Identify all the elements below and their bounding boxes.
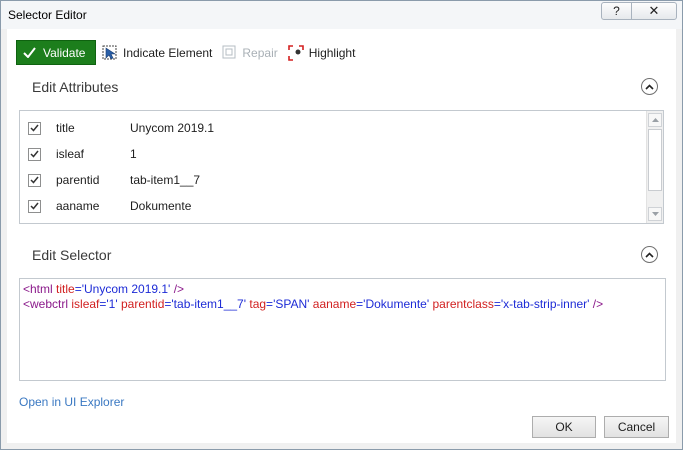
chevron-up-icon	[645, 251, 654, 258]
attribute-name: isleaf	[56, 147, 85, 161]
checkmark-icon	[30, 124, 39, 132]
selector-attr: isleaf	[71, 297, 100, 311]
attribute-value[interactable]: 1	[130, 147, 137, 161]
checkmark-icon	[30, 150, 39, 158]
selector-value: 'SPAN'	[273, 297, 310, 311]
attribute-row-aaname: aaname Dokumente	[20, 193, 640, 219]
repair-button[interactable]: Repair	[222, 45, 278, 60]
window-title: Selector Editor	[8, 8, 87, 22]
selector-attr: title	[56, 282, 75, 296]
triangle-down-icon	[651, 212, 659, 216]
edit-selector-title: Edit Selector	[32, 247, 112, 263]
dialog-body: Validate Indicate Element Repair Highlig…	[7, 29, 676, 443]
scroll-up-arrow[interactable]	[648, 113, 662, 127]
selector-line-2: <webctrl isleaf = '1' parentid = 'tab-item1_…	[23, 297, 662, 312]
toolbar: Validate Indicate Element Repair Highlig…	[16, 40, 355, 65]
selector-value: 'Dokumente'	[363, 297, 430, 311]
chevron-up-icon	[645, 83, 654, 90]
indicate-cursor-icon	[102, 45, 117, 59]
selector-value: 'x-tab-strip-inner'	[500, 297, 590, 311]
indicate-element-button[interactable]: Indicate Element	[102, 45, 212, 61]
repair-icon	[222, 45, 236, 59]
attribute-checkbox-title[interactable]	[28, 121, 41, 135]
attribute-name: title	[56, 121, 75, 135]
close-button[interactable]: ✕	[631, 2, 677, 20]
title-bar: Selector Editor ? ✕	[1, 1, 682, 29]
attribute-row-parentid: parentid tab-item1__7	[20, 167, 640, 193]
selector-line-1: <html title='Unycom 2019.1' />	[23, 282, 662, 297]
selector-value: '1'	[106, 297, 118, 311]
selector-attr: tag	[249, 297, 267, 311]
selector-attr: parentclass	[432, 297, 494, 311]
selector-value: 'Unycom 2019.1'	[81, 282, 171, 296]
checkmark-icon	[30, 176, 39, 184]
scrollbar-thumb[interactable]	[648, 129, 662, 191]
attribute-checkbox-isleaf[interactable]	[28, 147, 41, 161]
selector-editor-window: Selector Editor ? ✕ Validate Indicate El…	[0, 0, 683, 450]
edit-attributes-title: Edit Attributes	[32, 79, 119, 95]
selector-tag-close: />	[170, 282, 185, 296]
attribute-name: aaname	[56, 199, 100, 213]
highlight-label: Highlight	[308, 45, 356, 60]
selector-eq: =	[493, 297, 501, 311]
checkmark-icon	[23, 47, 36, 58]
selector-value: 'tab-item1__7'	[171, 297, 247, 311]
selector-attr: parentid	[121, 297, 165, 311]
attribute-value[interactable]: Dokumente	[130, 199, 191, 213]
selector-eq: =	[74, 282, 82, 296]
selector-tag-html: <html	[23, 282, 57, 296]
validate-button[interactable]: Validate	[16, 40, 96, 65]
checkmark-icon	[30, 202, 39, 210]
attributes-scrollbar[interactable]	[646, 111, 663, 223]
highlight-button[interactable]: Highlight	[287, 44, 356, 61]
attribute-value[interactable]: Unycom 2019.1	[130, 121, 214, 135]
cancel-button[interactable]: Cancel	[604, 416, 669, 438]
attribute-row-title: title Unycom 2019.1	[20, 115, 640, 141]
attribute-row-isleaf: isleaf 1	[20, 141, 640, 167]
attribute-name: parentid	[56, 173, 100, 187]
highlight-icon	[287, 44, 304, 61]
ok-button[interactable]: OK	[532, 416, 596, 438]
attribute-checkbox-aaname[interactable]	[28, 199, 41, 213]
attribute-value[interactable]: tab-item1__7	[130, 173, 200, 187]
validate-label: Validate	[43, 45, 86, 60]
indicate-element-label: Indicate Element	[123, 45, 213, 60]
repair-label: Repair	[242, 45, 278, 60]
attribute-checkbox-parentid[interactable]	[28, 173, 41, 187]
help-button[interactable]: ?	[601, 2, 632, 20]
selector-eq: =	[266, 297, 274, 311]
selector-tag-webctrl: <webctrl	[23, 297, 72, 311]
selector-text-area[interactable]: <html title='Unycom 2019.1' /> <webctrl …	[19, 278, 666, 381]
selector-tag-close: />	[589, 297, 604, 311]
triangle-up-icon	[651, 118, 659, 122]
selector-attr: aaname	[312, 297, 357, 311]
attributes-list: title Unycom 2019.1 isleaf 1 parentid ta…	[19, 110, 664, 224]
collapse-attributes-button[interactable]	[641, 78, 658, 95]
scroll-down-arrow[interactable]	[648, 207, 662, 221]
open-in-ui-explorer-link[interactable]: Open in UI Explorer	[19, 395, 124, 409]
collapse-selector-button[interactable]	[641, 246, 658, 263]
